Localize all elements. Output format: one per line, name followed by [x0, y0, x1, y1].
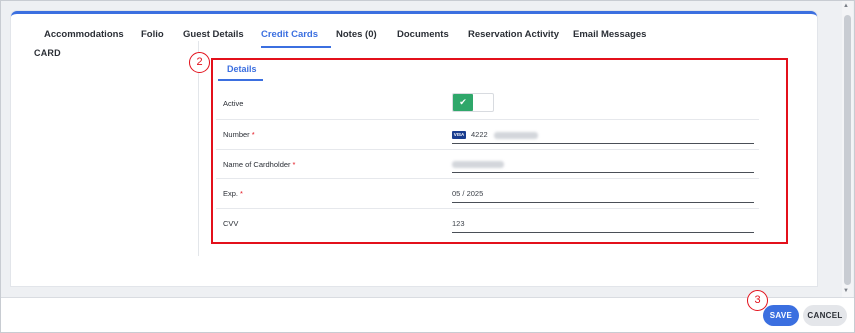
app-window: Accommodations Folio Guest Details Credi… — [0, 0, 855, 333]
arrow-down-icon[interactable]: ▼ — [843, 288, 849, 294]
tab-folio[interactable]: Folio — [141, 29, 164, 40]
tab-credit-cards[interactable]: Credit Cards — [261, 29, 318, 40]
card-section-label: CARD — [34, 48, 61, 58]
footer-bar — [1, 297, 854, 332]
tab-reservation-activity[interactable]: Reservation Activity — [468, 29, 559, 40]
callout-badge-2: 2 — [189, 52, 210, 73]
tab-documents[interactable]: Documents — [397, 29, 449, 40]
arrow-up-icon[interactable]: ▲ — [843, 3, 849, 9]
tab-accommodations[interactable]: Accommodations — [44, 29, 124, 40]
cancel-button[interactable]: CANCEL — [803, 305, 847, 326]
tab-notes[interactable]: Notes (0) — [336, 29, 377, 40]
tab-guest-details[interactable]: Guest Details — [183, 29, 244, 40]
scrollbar[interactable]: ▲ ▼ — [842, 1, 853, 297]
details-callout-box — [211, 58, 788, 244]
save-button[interactable]: SAVE — [763, 305, 799, 326]
tab-email-messages[interactable]: Email Messages — [573, 29, 646, 40]
scroll-thumb[interactable] — [844, 15, 851, 285]
